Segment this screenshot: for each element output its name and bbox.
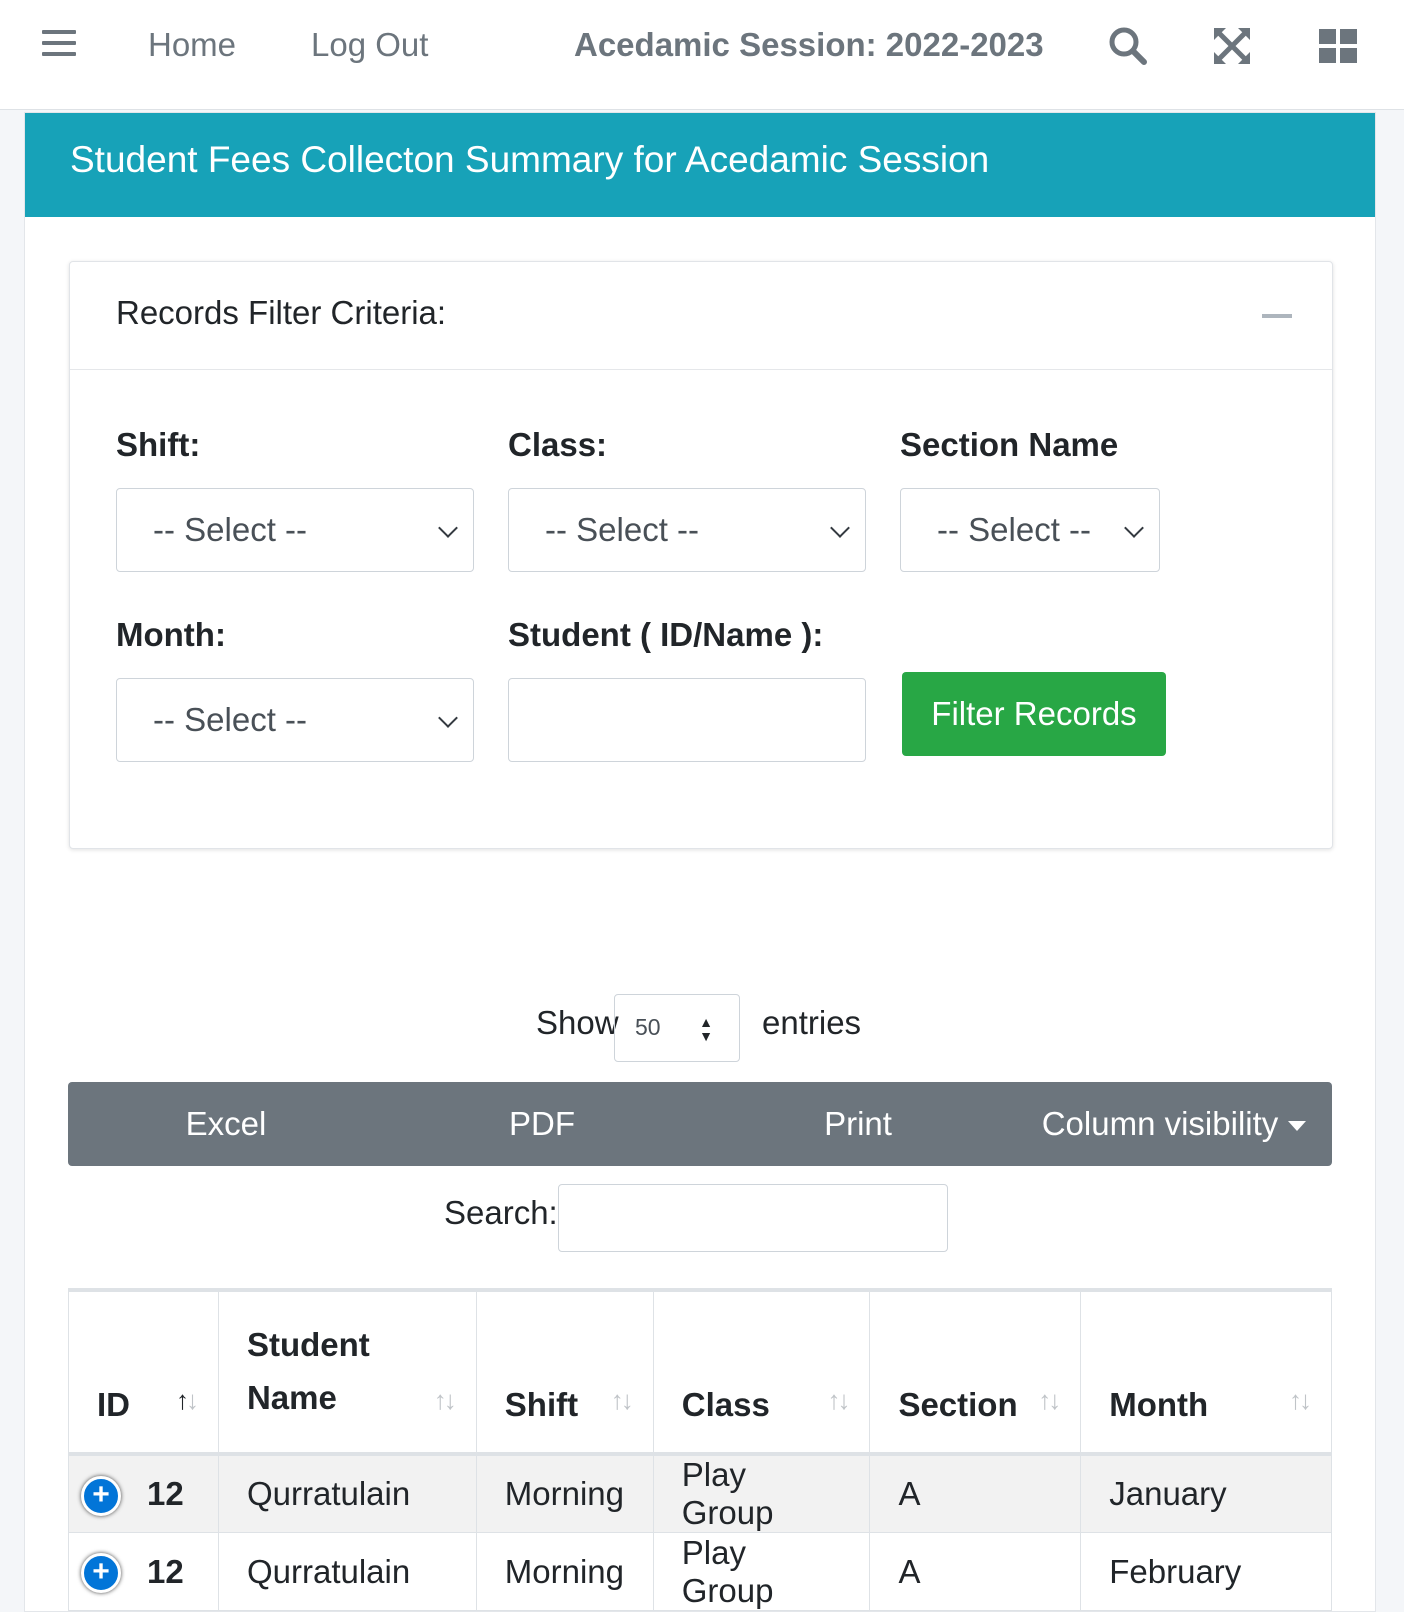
- nav-home-link[interactable]: Home: [148, 26, 236, 64]
- table-row: +12 Qurratulain Morning Play Group A Feb…: [68, 1532, 1332, 1611]
- column-header-label: Student Name: [246, 1326, 370, 1416]
- cell-id-value: 12: [147, 1475, 184, 1512]
- cell-id: +12: [68, 1453, 219, 1533]
- column-visibility-label: Column visibility: [1041, 1105, 1279, 1142]
- fees-table: ID ↑↓ Student Name ↑↓ Shift ↑↓ Class ↑↓ Sect…: [68, 1288, 1332, 1611]
- column-header-label: Month: [1109, 1386, 1209, 1423]
- caret-down-icon: [1288, 1121, 1307, 1132]
- page-length-value: 50: [635, 1014, 661, 1040]
- print-button[interactable]: Print: [700, 1082, 1016, 1166]
- sort-icon: ↑↓: [1289, 1385, 1312, 1415]
- sort-icon: ↑↓: [610, 1385, 634, 1415]
- datatable-wrapper: Show 50 ▲ ▼ entries Excel PDF Print Colum…: [24, 112, 1376, 1611]
- column-visibility-button[interactable]: Column visibility: [1016, 1082, 1332, 1166]
- search-label: Search:: [444, 1194, 558, 1231]
- page-length-select[interactable]: 50 ▲ ▼: [614, 994, 740, 1062]
- pdf-button[interactable]: PDF: [384, 1082, 700, 1166]
- excel-button[interactable]: Excel: [68, 1082, 384, 1166]
- sort-icon: ↑↓: [1038, 1385, 1061, 1415]
- column-header-label: Section: [898, 1386, 1018, 1423]
- table-search-input[interactable]: [558, 1184, 948, 1252]
- search-icon[interactable]: [1106, 24, 1150, 68]
- plus-icon[interactable]: +: [81, 1553, 121, 1593]
- grid-icon[interactable]: [1316, 24, 1360, 68]
- top-navbar: Home Log Out Acedamic Session: 2022-2023: [0, 0, 1404, 110]
- plus-icon[interactable]: +: [81, 1476, 121, 1516]
- session-title: Acedamic Session: 2022-2023: [574, 26, 1044, 63]
- column-header-month[interactable]: Month ↑↓: [1080, 1289, 1332, 1455]
- column-header-id[interactable]: ID ↑↓: [68, 1289, 219, 1455]
- export-button-group: Excel PDF Print Column visibility: [68, 1082, 1332, 1166]
- column-header-label: ID: [97, 1386, 130, 1423]
- cell-section: A: [869, 1453, 1082, 1533]
- table-header-row: ID ↑↓ Student Name ↑↓ Shift ↑↓ Class ↑↓ Sect…: [68, 1289, 1332, 1455]
- entries-label: entries: [762, 1004, 862, 1041]
- column-header-class[interactable]: Class ↑↓: [652, 1289, 871, 1455]
- column-header-label: Shift: [504, 1386, 579, 1423]
- cell-student-name: Qurratulain: [217, 1532, 477, 1611]
- fullscreen-icon[interactable]: [1210, 24, 1254, 68]
- sort-icon: ↑↓: [827, 1385, 850, 1415]
- table-row: +12 Qurratulain Morning Play Group A Jan…: [68, 1453, 1332, 1533]
- cell-student-name: Qurratulain: [217, 1453, 477, 1533]
- column-header-label: Class: [681, 1386, 770, 1423]
- sort-icon: ↑↓: [175, 1385, 199, 1415]
- cell-month: February: [1080, 1532, 1332, 1611]
- column-header-shift[interactable]: Shift ↑↓: [475, 1289, 654, 1455]
- menu-icon[interactable]: [42, 30, 76, 60]
- show-label: Show: [536, 1004, 619, 1041]
- cell-id: +12: [68, 1532, 219, 1611]
- cell-shift: Morning: [475, 1532, 654, 1611]
- cell-id-value: 12: [147, 1552, 184, 1590]
- cell-class: Play Group: [652, 1532, 871, 1611]
- sort-arrows-icon: ▲ ▼: [699, 1014, 713, 1044]
- column-header-student-name[interactable]: Student Name ↑↓: [217, 1289, 477, 1455]
- column-header-section[interactable]: Section ↑↓: [869, 1289, 1082, 1455]
- cell-section: A: [869, 1532, 1082, 1611]
- cell-class: Play Group: [652, 1453, 871, 1533]
- cell-month: January: [1080, 1453, 1332, 1533]
- nav-logout-link[interactable]: Log Out: [311, 26, 428, 64]
- cell-shift: Morning: [475, 1453, 654, 1533]
- sort-icon: ↑↓: [433, 1385, 457, 1415]
